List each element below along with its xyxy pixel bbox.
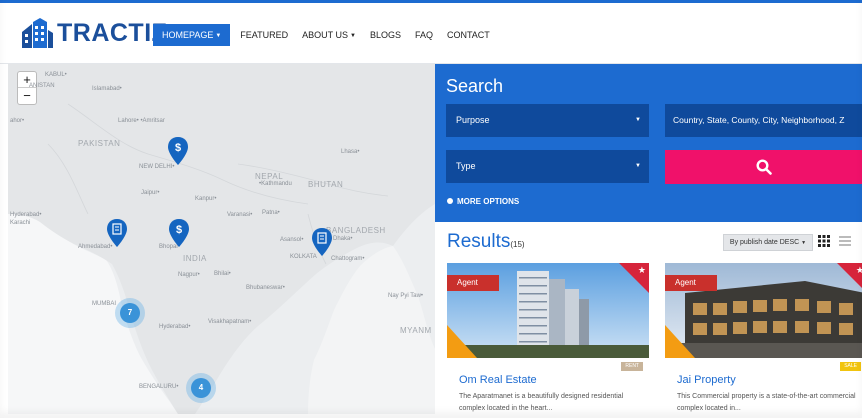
- property-image[interactable]: Agent ★: [447, 263, 649, 358]
- dollar-map-pin-icon[interactable]: $: [167, 137, 189, 165]
- map-label: PAKISTAN: [78, 139, 121, 148]
- sale-tag: SALE: [840, 362, 861, 371]
- map-label: BHUTAN: [308, 180, 344, 189]
- map-label: •Kathmandu: [259, 181, 292, 187]
- map-label: Hyderabad•: [10, 212, 42, 218]
- site-header: TRACTIZ HOMEPAGE ▼ FEATURED ABOUT US ▼ BLO…: [0, 0, 862, 64]
- map-label: Hyderabad•: [159, 324, 191, 330]
- main-nav: HOMEPAGE ▼ FEATURED ABOUT US ▼ BLOGS FAQ C…: [153, 24, 504, 46]
- type-select-label: Type: [456, 161, 476, 171]
- grid-view-icon[interactable]: [818, 235, 830, 247]
- nav-blogs[interactable]: BLOGS: [370, 24, 401, 46]
- dollar-map-pin-icon[interactable]: $: [168, 219, 190, 247]
- svg-text:$: $: [176, 224, 182, 236]
- map-label: Dhaka•: [333, 236, 353, 242]
- property-description: This Commercial property is a state-of-t…: [677, 393, 856, 412]
- nav-about-us[interactable]: ABOUT US ▼: [302, 24, 356, 46]
- caret-down-icon: ▼: [215, 33, 222, 39]
- map-label: Karachi: [10, 220, 31, 226]
- purpose-select[interactable]: Purpose ▼: [446, 104, 649, 137]
- map-label: BANGLADESH: [326, 226, 386, 235]
- building-logo-icon: [22, 18, 53, 48]
- map-label: Bhubaneswar•: [246, 285, 285, 291]
- property-title[interactable]: Om Real Estate: [459, 374, 537, 386]
- map-land-shapes: [8, 64, 435, 414]
- map-label: INDIA: [183, 254, 207, 263]
- star-icon[interactable]: ★: [638, 265, 646, 276]
- type-select[interactable]: Type ▼: [446, 150, 649, 183]
- search-button[interactable]: [665, 150, 862, 184]
- property-title[interactable]: Jai Property: [677, 374, 736, 386]
- list-view-icon[interactable]: [839, 235, 851, 247]
- map-label: MYANM: [400, 326, 432, 335]
- map-cluster[interactable]: 7: [115, 298, 145, 328]
- map-label: Patna•: [262, 210, 280, 216]
- map-cluster[interactable]: 4: [186, 373, 216, 403]
- cluster-count: 7: [120, 303, 140, 323]
- property-description: The Aparatmanet is a beautifully designe…: [459, 393, 624, 412]
- results-panel: Results(15) By publish date DESC ▼ Agent…: [435, 222, 862, 418]
- zoom-out-button[interactable]: −: [18, 88, 36, 104]
- results-heading: Results(15): [447, 231, 525, 253]
- map-label: BENGALURU•: [139, 384, 179, 390]
- results-count: (15): [510, 240, 525, 249]
- search-title: Search: [446, 76, 504, 96]
- building-map-pin-icon[interactable]: [106, 219, 128, 247]
- nav-contact[interactable]: CONTACT: [447, 24, 490, 46]
- map-label: Chattogram•: [331, 256, 365, 262]
- map-label: Asansol•: [280, 237, 304, 243]
- star-icon[interactable]: ★: [856, 265, 862, 276]
- property-card[interactable]: Agent ★ SALE Jai Property This Commercia…: [665, 263, 862, 418]
- nav-homepage-label: HOMEPAGE: [162, 30, 214, 40]
- property-card[interactable]: Agent ★ RENT Om Real Estate The Aparatma…: [447, 263, 649, 418]
- map-label: Visakhapatnam•: [208, 319, 252, 325]
- map-label: Varanasi•: [227, 212, 253, 218]
- caret-down-icon: ▼: [635, 117, 641, 123]
- building-map-pin-icon[interactable]: [311, 228, 333, 256]
- more-options-label: MORE OPTIONS: [457, 197, 520, 206]
- svg-text:$: $: [175, 142, 181, 154]
- cluster-count: 4: [191, 378, 211, 398]
- caret-down-icon: ▼: [349, 33, 356, 39]
- map-label: Bhilai•: [214, 271, 231, 277]
- purpose-select-label: Purpose: [456, 115, 490, 125]
- search-icon: [755, 159, 772, 175]
- map-label: ahor•: [10, 118, 25, 124]
- nav-about-label: ABOUT US: [302, 30, 348, 40]
- map-label: NEPAL: [255, 172, 284, 181]
- map-label: Lahore• •Amritsar: [118, 118, 165, 124]
- property-image[interactable]: Agent ★: [665, 263, 862, 358]
- map-label: MUMBAI: [92, 301, 116, 307]
- map-label: Nagpur•: [178, 272, 200, 278]
- results-title: Results: [447, 231, 511, 252]
- nav-homepage[interactable]: HOMEPAGE ▼: [153, 24, 231, 46]
- caret-down-icon: ▼: [635, 163, 641, 169]
- page: TRACTIZ HOMEPAGE ▼ FEATURED ABOUT US ▼ BLO…: [0, 0, 862, 418]
- caret-down-icon: ▼: [801, 240, 807, 246]
- agent-badge: Agent: [447, 275, 499, 291]
- map-label: Nay Pyi Taw•: [388, 293, 424, 299]
- location-input[interactable]: Country, State, County, City, Neighborho…: [665, 104, 862, 137]
- rent-tag: RENT: [621, 362, 643, 371]
- nav-faq[interactable]: FAQ: [415, 24, 433, 46]
- property-map[interactable]: + − KABUL• ANISTAN Islamabad• Lahore• •A…: [8, 64, 435, 414]
- agent-badge: Agent: [665, 275, 717, 291]
- map-label: KABUL•: [45, 72, 67, 78]
- logo[interactable]: TRACTIZ: [20, 16, 167, 50]
- nav-featured[interactable]: FEATURED: [240, 24, 288, 46]
- search-panel: Search Purpose ▼ Country, State, County,…: [435, 64, 862, 222]
- plus-circle-icon: [447, 198, 453, 204]
- brand-name: TRACTIZ: [57, 18, 168, 47]
- map-label: ANISTAN: [29, 83, 55, 89]
- sort-dropdown[interactable]: By publish date DESC ▼: [723, 234, 813, 251]
- map-label: Lhasa•: [341, 149, 360, 155]
- map-label: Jaipur•: [141, 190, 160, 196]
- map-label: Kanpur•: [195, 196, 217, 202]
- more-options-link[interactable]: MORE OPTIONS: [447, 197, 519, 206]
- map-label: Islamabad•: [92, 86, 122, 92]
- sort-label: By publish date DESC: [729, 239, 800, 246]
